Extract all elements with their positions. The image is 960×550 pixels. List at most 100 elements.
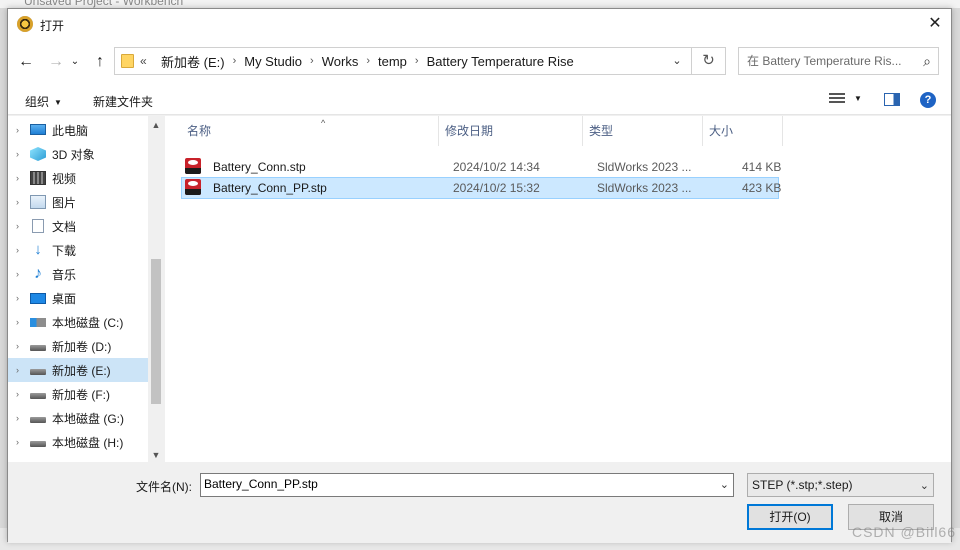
tree-item-label: 新加卷 (D:) [52,339,112,354]
expand-chevron-icon[interactable]: › [16,413,19,423]
column-header-name[interactable]: 名称 ^ [181,116,439,146]
filename-input[interactable] [204,477,704,491]
up-arrow-icon[interactable]: ↑ [90,52,110,72]
filename-label: 文件名(N): [136,480,192,494]
preview-pane-icon[interactable] [884,93,900,106]
expand-chevron-icon[interactable]: › [16,197,19,207]
navigation-scrollbar[interactable]: ▲ ▼ [148,116,164,462]
3d-objects-icon [30,147,46,161]
table-row[interactable]: Battery_Conn.stp 2024/10/2 14:34 SldWork… [181,156,782,178]
tree-item-this-pc[interactable]: › 此电脑 [8,118,148,142]
column-header-date[interactable]: 修改日期 [439,116,583,146]
search-box[interactable]: ⌕ [738,47,939,75]
tree-item-music[interactable]: › ♪ 音乐 [8,262,148,286]
column-header-type[interactable]: 类型 [583,116,703,146]
chevron-right-icon[interactable]: › [364,55,372,67]
breadcrumb-item-my-studio[interactable]: My Studio [238,54,308,69]
tree-item-desktop[interactable]: › 桌面 [8,286,148,310]
tree-item-label: 本地磁盘 (H:) [52,435,124,450]
tree-item-drive-d[interactable]: › 新加卷 (D:) [8,334,148,358]
chevron-right-icon[interactable]: › [413,55,421,67]
documents-icon [32,219,44,233]
breadcrumb-item-drive-e[interactable]: 新加卷 (E:) [155,52,231,71]
expand-chevron-icon[interactable]: › [16,317,19,327]
expand-chevron-icon[interactable]: › [16,365,19,375]
expand-chevron-icon[interactable]: › [16,173,19,183]
tree-item-3d-objects[interactable]: › 3D 对象 [8,142,148,166]
filename-combobox[interactable]: ⌄ [200,473,734,497]
video-icon [30,171,46,185]
drive-icon [30,393,46,399]
scrollbar-thumb[interactable] [151,259,161,404]
step-file-icon [185,158,201,174]
forward-arrow-icon[interactable]: → [46,52,66,72]
help-icon[interactable]: ? [920,92,936,108]
desktop-icon [30,292,46,304]
expand-chevron-icon[interactable]: › [16,437,19,447]
breadcrumb-item-works[interactable]: Works [316,54,365,69]
chevron-right-icon[interactable]: › [231,55,239,67]
view-options-icon[interactable] [829,93,845,107]
organize-menu-button[interactable]: 组织 ▼ [25,93,62,110]
tree-item-downloads[interactable]: › ↓ 下载 [8,238,148,262]
chevron-down-icon[interactable]: ⌄ [720,478,729,491]
back-arrow-icon[interactable]: ← [16,52,36,72]
navigation-bar: ← → ⌄ ↑ « 新加卷 (E:) › My Studio › Works ›… [8,39,951,85]
breadcrumb-item-temp[interactable]: temp [372,54,413,69]
expand-chevron-icon[interactable]: › [16,293,19,303]
expand-chevron-icon[interactable]: › [16,125,19,135]
breadcrumb: 新加卷 (E:) › My Studio › Works › temp › Ba… [155,48,580,74]
open-button[interactable]: 打开(O) [747,504,833,530]
search-icon[interactable]: ⌕ [923,53,931,70]
tree-item-videos[interactable]: › 视频 [8,166,148,190]
tree-item-documents[interactable]: › 文档 [8,214,148,238]
refresh-icon[interactable]: ↻ [691,48,725,74]
organize-label: 组织 [25,95,50,109]
scroll-up-icon[interactable]: ▲ [148,120,164,130]
expand-chevron-icon[interactable]: › [16,149,19,159]
expand-chevron-icon[interactable]: › [16,245,19,255]
tree-item-label: 新加卷 (F:) [52,387,110,402]
caret-down-icon[interactable]: ▼ [854,94,862,103]
tree-item-pictures[interactable]: › 图片 [8,190,148,214]
expand-chevron-icon[interactable]: › [16,269,19,279]
drive-icon [30,369,46,375]
tree-item-label: 本地磁盘 (C:) [52,315,124,330]
tree-item-drive-f[interactable]: › 新加卷 (F:) [8,382,148,406]
background-app-title: Unsaved Project - Workbench [24,0,184,8]
address-history-chevron-icon[interactable]: ⌄ [667,48,687,74]
pictures-icon [30,195,46,209]
tree-item-drive-c[interactable]: › 本地磁盘 (C:) [8,310,148,334]
scroll-down-icon[interactable]: ▼ [148,450,164,460]
file-size: 414 KB [742,160,782,174]
chevron-right-icon[interactable]: › [308,55,316,67]
file-list: 名称 ^ 修改日期 类型 大小 Battery_Conn.stp 2024/10… [165,116,951,462]
chevron-down-icon[interactable]: ⌄ [920,479,929,492]
tree-item-label: 音乐 [52,267,77,282]
watermark-text: CSDN @Bill66 [851,524,956,540]
search-input[interactable] [747,54,912,68]
tree-item-label: 视频 [52,171,77,186]
tree-item-drive-h[interactable]: › 本地磁盘 (H:) [8,430,148,454]
tree-item-drive-g[interactable]: › 本地磁盘 (G:) [8,406,148,430]
breadcrumb-overflow-icon[interactable]: « [140,54,147,68]
tree-item-label: 图片 [52,195,77,210]
column-header-size[interactable]: 大小 [703,116,783,146]
expand-chevron-icon[interactable]: › [16,221,19,231]
tree-item-label: 新加卷 (E:) [52,363,111,378]
expand-chevron-icon[interactable]: › [16,341,19,351]
new-folder-button[interactable]: 新建文件夹 [93,93,153,110]
open-file-dialog: 打开 ✕ ← → ⌄ ↑ « 新加卷 (E:) › My Studio › Wo… [7,8,952,543]
breadcrumb-item-battery-temperature-rise[interactable]: Battery Temperature Rise [421,54,580,69]
tree-item-drive-e[interactable]: › 新加卷 (E:) [8,358,148,382]
recent-locations-chevron-icon[interactable]: ⌄ [68,52,82,72]
table-row-selected[interactable]: Battery_Conn_PP.stp 2024/10/2 15:32 SldW… [181,177,781,199]
file-type-select[interactable]: STEP (*.stp;*.step) ⌄ [747,473,934,497]
file-date: 2024/10/2 14:34 [453,160,540,174]
caret-down-icon: ▼ [54,98,62,107]
file-type-value: STEP (*.stp;*.step) [752,478,853,492]
close-button[interactable]: ✕ [923,13,947,35]
address-bar[interactable]: « 新加卷 (E:) › My Studio › Works › temp › … [114,47,726,75]
drive-icon [30,441,46,447]
expand-chevron-icon[interactable]: › [16,389,19,399]
